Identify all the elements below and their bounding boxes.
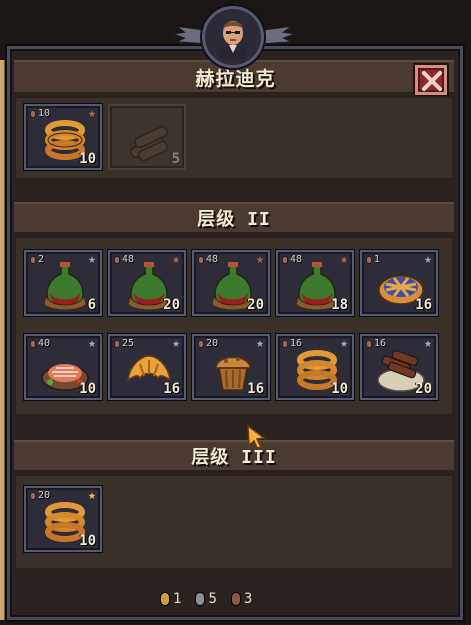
bronze-coin-icon (230, 592, 241, 606)
tier-2-recipe-slot[interactable]: 48 ★ 18 (276, 250, 354, 316)
firewood-icon (130, 125, 169, 162)
item-count: 10 (331, 381, 348, 397)
tier-2-recipe-slot[interactable]: 16 ★ 20 (360, 334, 438, 400)
item-count: 20 (415, 381, 432, 397)
item-count: 6 (87, 297, 96, 313)
item-count: 10 (79, 151, 96, 167)
pip-dot-icon (114, 255, 120, 264)
pip-dot-icon (282, 339, 288, 348)
red-wine-bottle-icon (43, 262, 87, 310)
close-x-icon (422, 71, 442, 91)
item-count: 20 (247, 297, 264, 313)
rarity-summary: 1 5 3 (160, 589, 260, 609)
pip-dot-icon (366, 255, 372, 264)
item-count: 20 (163, 297, 180, 313)
character-portrait[interactable] (202, 6, 264, 68)
silver-coin-icon (195, 592, 206, 606)
bronze-count-value: 3 (243, 591, 253, 607)
pip-dot-icon (30, 255, 36, 264)
item-count: 16 (415, 297, 432, 313)
gold-coin-icon (160, 592, 170, 606)
item-count: 10 (79, 533, 96, 549)
pip-dot-icon (198, 339, 204, 348)
silver-count: 5 (195, 591, 217, 607)
item-count: 10 (79, 381, 96, 397)
character-portrait-icon (219, 21, 247, 59)
tier-2-header: 层级 II (14, 202, 454, 234)
tier-2-recipe-slot[interactable]: 2 ★ 6 (24, 250, 102, 316)
pip-dot-icon (198, 255, 204, 264)
gold-count-value: 1 (173, 591, 182, 607)
ingredient-slot-locked[interactable]: 5 (108, 104, 186, 170)
tier-2-recipe-slot[interactable]: 48 ★ 20 (108, 250, 186, 316)
gold-count: 1 (160, 591, 181, 607)
item-count: 16 (247, 381, 264, 397)
tier-2-recipe-slot[interactable]: 40 ★ 10 (24, 334, 102, 400)
pointer-cursor-icon (247, 424, 266, 449)
pip-dot-icon (30, 109, 36, 118)
ingredient-slot[interactable]: 10 ★ 10 (24, 104, 102, 170)
portrait-wing-right-icon (262, 26, 296, 45)
pip-dot-icon (114, 339, 120, 348)
tier-2-label: 层级 II (197, 209, 271, 230)
page-title: 赫拉迪克 (195, 68, 276, 90)
tier-2-recipe-slot[interactable]: 20 ★ 16 (192, 334, 270, 400)
pip-dot-icon (30, 339, 36, 348)
item-count: 16 (163, 381, 180, 397)
pip-dot-icon (30, 491, 36, 500)
pip-dot-icon (282, 255, 288, 264)
tier-2-recipe-slot[interactable]: 48 ★ 20 (192, 250, 270, 316)
item-count: 5 (171, 151, 180, 167)
tier-2-recipe-slot[interactable]: 16 ★ 10 (276, 334, 354, 400)
tier-2-recipe-slot[interactable]: 25 ★ 16 (108, 334, 186, 400)
close-button[interactable] (415, 65, 447, 95)
silver-count-value: 5 (208, 591, 217, 607)
tier-2-recipe-slot[interactable]: 1 ★ 16 (360, 250, 438, 316)
item-count: 18 (331, 297, 348, 313)
portrait-wing-left-icon (172, 26, 206, 45)
bronze-count: 3 (230, 591, 253, 607)
panel-left-rail (0, 60, 6, 620)
tier-3-recipe-slot[interactable]: 20 ★ 10 (24, 486, 102, 552)
pip-dot-icon (366, 339, 372, 348)
tier-3-header: 层级 III (14, 440, 454, 472)
